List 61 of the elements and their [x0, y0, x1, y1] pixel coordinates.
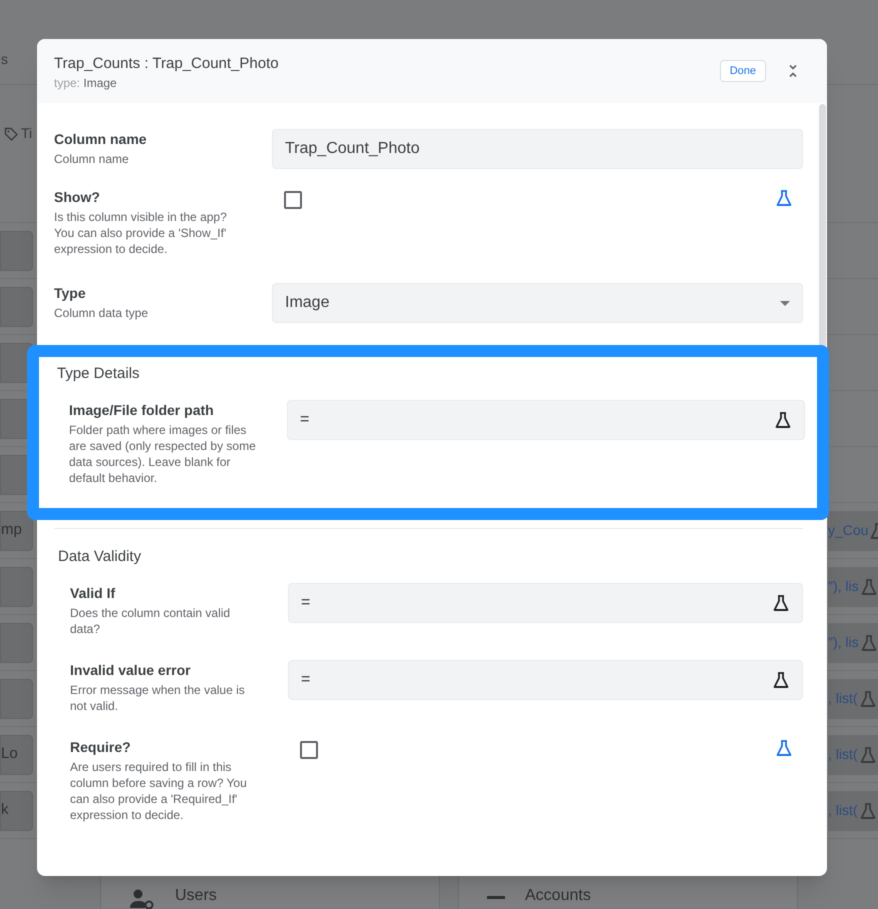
- background-text: k: [1, 800, 8, 820]
- background-text: Lo: [1, 744, 18, 764]
- formula-text: , list(: [828, 689, 858, 708]
- flask-icon: [775, 189, 793, 207]
- flask-icon: [775, 739, 793, 757]
- formula-button[interactable]: [775, 739, 793, 757]
- dropdown-caret-icon: [780, 300, 790, 306]
- formula-text: , list(: [828, 801, 858, 820]
- background-field: [0, 678, 33, 718]
- field-label: Image/File folder path: [69, 401, 215, 420]
- text-field[interactable]: Trap_Count_Photo: [272, 129, 803, 169]
- flask-icon: [858, 690, 877, 708]
- flask-icon: [774, 411, 792, 429]
- checkbox[interactable]: [300, 741, 318, 759]
- field-description: Are users required to fill in this column before saving a row? You can also provide a 'Required_If' expression to decide.: [70, 759, 248, 823]
- flask-icon: [858, 746, 877, 764]
- field-label: Valid If: [70, 584, 116, 603]
- card-title: Accounts: [525, 886, 591, 906]
- checkbox[interactable]: [284, 191, 302, 209]
- dash-icon: [487, 896, 505, 900]
- formula-field[interactable]: =: [288, 583, 803, 623]
- tag-label: Ti: [21, 124, 32, 143]
- formula-text: , list(: [828, 745, 858, 764]
- type-dropdown[interactable]: Image: [272, 283, 803, 323]
- field-label: Type: [54, 284, 87, 303]
- formula-text: "), lis: [828, 633, 859, 652]
- background-field: [0, 566, 33, 606]
- field-label: Show?: [54, 188, 101, 207]
- collapse-icon: [788, 64, 798, 78]
- field-description: Column data type: [54, 305, 150, 321]
- header-text: s: [0, 50, 8, 69]
- formula-field[interactable]: =: [287, 400, 805, 440]
- flask-icon: [858, 802, 877, 820]
- field-description: Column name: [54, 151, 130, 167]
- dialog-title: Trap_Counts : Trap_Count_Photo: [54, 54, 279, 74]
- background-field: [0, 286, 33, 326]
- flask-icon: [772, 594, 790, 612]
- flask-icon: [860, 634, 878, 652]
- formula-text: "), lis: [828, 577, 859, 596]
- field-label: Column name: [54, 130, 148, 149]
- field-description: Folder path where images or files are saved (only respected by some data sources). Leave blank for default behavior.: [69, 422, 257, 486]
- background-field: [0, 622, 33, 662]
- people-gear-icon: [129, 888, 155, 909]
- formula-button[interactable]: [775, 189, 793, 207]
- field-description: Is this column visible in the app? You can also provide a 'Show_If' expression to decide.: [54, 209, 228, 257]
- flask-icon: [772, 671, 790, 689]
- field-description: Error message when the value is not valid.: [70, 682, 246, 714]
- flask-icon: [860, 578, 878, 596]
- background-text: mp: [1, 520, 22, 540]
- formula-field[interactable]: =: [288, 660, 803, 700]
- section-title: Data Validity: [58, 547, 142, 567]
- section-title: Type Details: [57, 364, 141, 384]
- card-title: Users: [175, 886, 217, 906]
- field-description: Does the column contain valid data?: [70, 605, 232, 637]
- formula-text: y_Cou: [828, 521, 868, 540]
- done-button[interactable]: Done: [720, 60, 766, 82]
- field-label: Require?: [70, 738, 132, 757]
- type-subtitle: type: Image: [54, 75, 118, 92]
- tag-icon: [4, 126, 18, 140]
- background-field: [0, 230, 33, 270]
- field-label: Invalid value error: [70, 661, 192, 680]
